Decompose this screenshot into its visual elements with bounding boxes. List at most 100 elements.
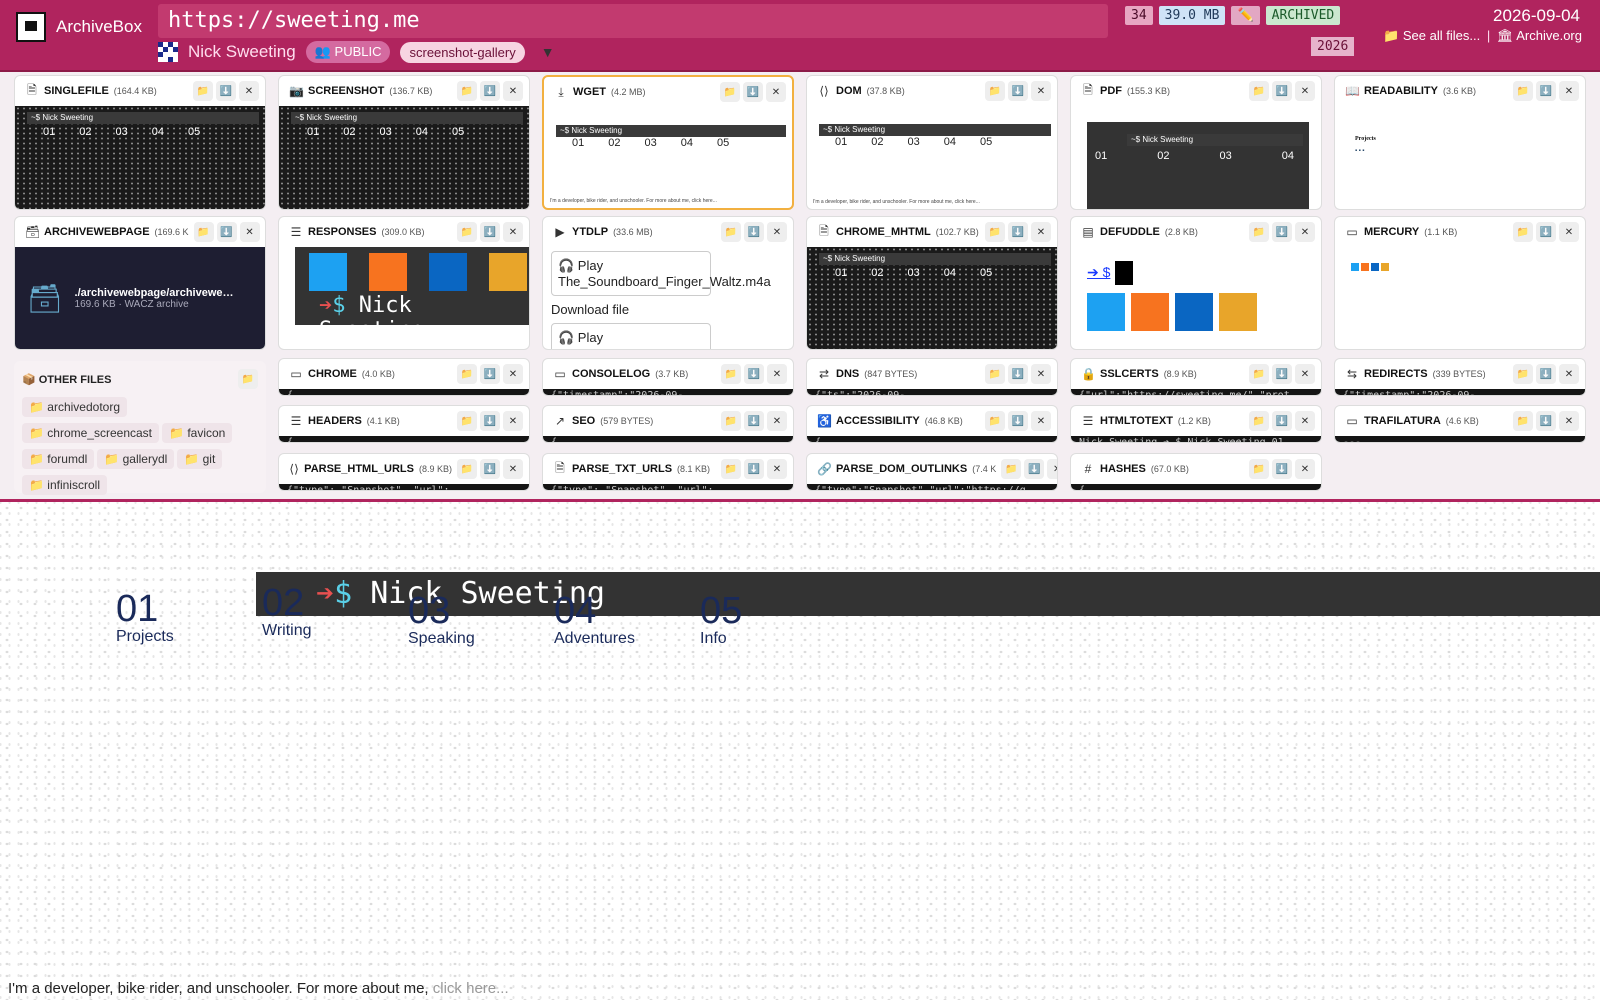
result-card-sslcerts[interactable]: 🔒 SSLCERTS (8.9 KB) 📁 ⬇️ ✕ {"url":"https… bbox=[1070, 358, 1322, 396]
close-icon[interactable]: ✕ bbox=[239, 222, 260, 242]
result-card-singlefile[interactable]: 🗎 SINGLEFILE (164.4 KB) 📁 ⬇️ ✕ ~$ Nick S… bbox=[14, 75, 266, 210]
open-folder-icon[interactable]: 📁 bbox=[457, 364, 477, 384]
download-icon[interactable]: ⬇️ bbox=[1272, 81, 1292, 101]
open-folder-icon[interactable]: 📁 bbox=[1249, 222, 1269, 242]
responses-preview[interactable]: ➔$ Nick Sweeting bbox=[279, 247, 529, 349]
download-icon[interactable]: ⬇️ bbox=[744, 411, 764, 431]
defuddle-preview[interactable]: ➔ $ bbox=[1071, 247, 1321, 349]
close-icon[interactable]: ✕ bbox=[766, 82, 786, 102]
result-card-chrome[interactable]: ▭ CHROME (4.0 KB) 📁 ⬇️ ✕ {… bbox=[278, 358, 530, 396]
download-icon[interactable]: ⬇️ bbox=[1272, 459, 1292, 479]
open-folder-icon[interactable]: 📁 bbox=[1249, 81, 1269, 101]
close-icon[interactable]: ✕ bbox=[1559, 81, 1579, 101]
download-icon[interactable]: ⬇️ bbox=[744, 459, 764, 479]
folder-chrome_screencast[interactable]: 📁 chrome_screencast bbox=[22, 423, 160, 443]
public-badge[interactable]: 👥 PUBLIC bbox=[305, 41, 391, 63]
close-icon[interactable]: ✕ bbox=[767, 411, 787, 431]
close-icon[interactable]: ✕ bbox=[1559, 222, 1579, 242]
close-icon[interactable]: ✕ bbox=[1295, 459, 1315, 479]
download-icon[interactable]: ⬇️ bbox=[480, 459, 500, 479]
close-icon[interactable]: ✕ bbox=[1559, 364, 1579, 384]
nav-item-projects[interactable]: 01 Projects bbox=[116, 590, 174, 646]
download-icon[interactable]: ⬇️ bbox=[480, 222, 500, 242]
open-folder-icon[interactable]: 📁 bbox=[985, 81, 1005, 101]
url-field[interactable]: https://sweeting.me bbox=[158, 4, 1108, 38]
result-card-parse_dom_outlinks[interactable]: 🔗 PARSE_DOM_OUTLINKS (7.4 K 📁 ⬇️ ✕ {"typ… bbox=[806, 453, 1058, 491]
close-icon[interactable]: ✕ bbox=[239, 81, 259, 101]
result-card-hashes[interactable]: # HASHES (67.0 KB) 📁 ⬇️ ✕ {… bbox=[1070, 453, 1322, 491]
download-icon[interactable]: ⬇️ bbox=[1008, 222, 1028, 242]
play-audio-button[interactable]: 🎧 Play The_Soundboard_Finger_Waltz.m4a bbox=[551, 251, 771, 296]
download-icon[interactable]: ⬇️ bbox=[1536, 81, 1556, 101]
click-here-link[interactable]: click here... bbox=[433, 980, 509, 997]
nav-item-adventures[interactable]: 04 Adventures bbox=[554, 592, 635, 648]
download-file-link[interactable]: Download file bbox=[551, 302, 785, 317]
result-card-parse_txt_urls[interactable]: 🗎 PARSE_TXT_URLS (8.1 KB) 📁 ⬇️ ✕ {"type"… bbox=[542, 453, 794, 491]
open-folder-icon[interactable]: 📁 bbox=[985, 411, 1005, 431]
open-folder-icon[interactable]: 📁 bbox=[457, 222, 477, 242]
result-card-dns[interactable]: ⇄ DNS (847 BYTES) 📁 ⬇️ ✕ {"ts":"2026-09-… bbox=[806, 358, 1058, 396]
open-folder-icon[interactable]: 📁 bbox=[1249, 459, 1269, 479]
result-card-headers[interactable]: ☰ HEADERS (4.1 KB) 📁 ⬇️ ✕ {… bbox=[278, 405, 530, 443]
see-all-files-link[interactable]: 📁 See all files... bbox=[1383, 28, 1480, 43]
download-icon[interactable]: ⬇️ bbox=[1008, 411, 1028, 431]
close-icon[interactable]: ✕ bbox=[503, 222, 523, 242]
mercury-preview[interactable] bbox=[1335, 247, 1585, 349]
close-icon[interactable]: ✕ bbox=[1031, 364, 1051, 384]
archive-org-link[interactable]: 🏛 Archive.org bbox=[1497, 28, 1582, 43]
open-folder-icon[interactable]: 📁 bbox=[457, 81, 477, 101]
folder-icon[interactable]: 📁 bbox=[238, 369, 258, 389]
result-card-screenshot[interactable]: 📷 SCREENSHOT (136.7 KB) 📁 ⬇️ ✕ ~$ Nick S… bbox=[278, 75, 530, 210]
result-card-chrome_mhtml[interactable]: 🗎 CHROME_MHTML (102.7 KB) 📁 ⬇️ ✕ ~$ Nick… bbox=[806, 216, 1058, 350]
open-folder-icon[interactable]: 📁 bbox=[457, 459, 477, 479]
open-folder-icon[interactable]: 📁 bbox=[985, 222, 1005, 242]
close-icon[interactable]: ✕ bbox=[1031, 222, 1051, 242]
close-icon[interactable]: ✕ bbox=[767, 222, 787, 242]
download-icon[interactable]: ⬇️ bbox=[1272, 222, 1292, 242]
result-card-readability[interactable]: 📖 READABILITY (3.6 KB) 📁 ⬇️ ✕ Projects ▪ … bbox=[1334, 75, 1586, 210]
close-icon[interactable]: ✕ bbox=[1295, 411, 1315, 431]
open-folder-icon[interactable]: 📁 bbox=[721, 459, 741, 479]
download-icon[interactable]: ⬇️ bbox=[1008, 364, 1028, 384]
close-icon[interactable]: ✕ bbox=[1031, 81, 1051, 101]
result-card-ytdlp[interactable]: ▶ YTDLP (33.6 MB) 📁 ⬇️ ✕ 🎧 Play The_Soun… bbox=[542, 216, 794, 350]
page-thumbnail[interactable]: ~$ Nick Sweeting 01 02 03 04 05 bbox=[15, 106, 265, 209]
folder-infiniscroll[interactable]: 📁 infiniscroll bbox=[22, 475, 107, 495]
result-card-wget[interactable]: ⤓ WGET (4.2 MB) 📁 ⬇️ ✕ ~$ Nick Sweeting 0… bbox=[542, 75, 794, 210]
open-folder-icon[interactable]: 📁 bbox=[193, 222, 214, 242]
download-icon[interactable]: ⬇️ bbox=[1024, 459, 1045, 479]
close-icon[interactable]: ✕ bbox=[767, 364, 787, 384]
close-icon[interactable]: ✕ bbox=[1047, 459, 1057, 479]
page-thumbnail[interactable]: ~$ Nick Sweeting 01 02 03 04 05 I'm a develope… bbox=[807, 106, 1057, 209]
wacz-preview[interactable]: 🗃 ./archivewebpage/archivewe… 169.6 KB · W… bbox=[15, 247, 265, 349]
open-folder-icon[interactable]: 📁 bbox=[1513, 81, 1533, 101]
nav-item-writing[interactable]: 02 Writing bbox=[262, 584, 312, 640]
readability-thumbnail[interactable]: Projects ▪ ▪ ▪ bbox=[1335, 106, 1585, 209]
close-icon[interactable]: ✕ bbox=[503, 459, 523, 479]
nav-item-info[interactable]: 05 Info bbox=[700, 592, 742, 648]
download-icon[interactable]: ⬇️ bbox=[216, 81, 236, 101]
page-thumbnail[interactable]: ~$ Nick Sweeting 01 02 03 04 05 I'm a develope… bbox=[544, 107, 792, 208]
result-card-parse_html_urls[interactable]: ⟨⟩ PARSE_HTML_URLS (8.9 KB) 📁 ⬇️ ✕ {"typ… bbox=[278, 453, 530, 491]
open-folder-icon[interactable]: 📁 bbox=[1513, 222, 1533, 242]
download-icon[interactable]: ⬇️ bbox=[743, 82, 763, 102]
play-audio-button-2[interactable]: 🎧 Play bbox=[551, 323, 711, 349]
open-folder-icon[interactable]: 📁 bbox=[721, 411, 741, 431]
close-icon[interactable]: ✕ bbox=[1295, 81, 1315, 101]
download-icon[interactable]: ⬇️ bbox=[1272, 364, 1292, 384]
open-folder-icon[interactable]: 📁 bbox=[985, 364, 1005, 384]
open-folder-icon[interactable]: 📁 bbox=[1513, 411, 1533, 431]
close-icon[interactable]: ✕ bbox=[1295, 222, 1315, 242]
download-icon[interactable]: ⬇️ bbox=[1536, 411, 1556, 431]
open-folder-icon[interactable]: 📁 bbox=[1249, 411, 1269, 431]
result-card-htmltotext[interactable]: ☰ HTMLTOTEXT (1.2 KB) 📁 ⬇️ ✕ Nick Sweeti… bbox=[1070, 405, 1322, 443]
download-icon[interactable]: ⬇️ bbox=[744, 222, 764, 242]
close-icon[interactable]: ✕ bbox=[503, 411, 523, 431]
edit-icon[interactable]: ✏️ bbox=[1231, 6, 1260, 25]
open-folder-icon[interactable]: 📁 bbox=[720, 82, 740, 102]
download-icon[interactable]: ⬇️ bbox=[1272, 411, 1292, 431]
brand[interactable]: ArchiveBox bbox=[16, 12, 142, 42]
pdf-thumbnail[interactable]: ~$ Nick Sweeting0102030405 bbox=[1071, 106, 1321, 209]
page-thumbnail[interactable]: ~$ Nick Sweeting 01 02 03 04 05 bbox=[807, 247, 1057, 349]
open-folder-icon[interactable]: 📁 bbox=[1001, 459, 1022, 479]
